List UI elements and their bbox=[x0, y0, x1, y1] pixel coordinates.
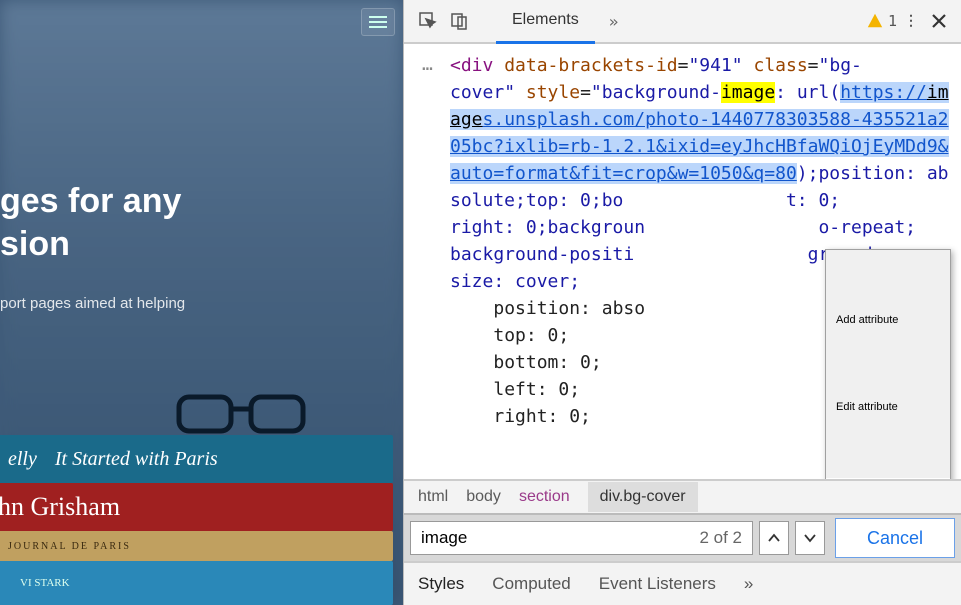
breadcrumb: html body section div.bg-cover bbox=[404, 479, 961, 513]
book-row: hn Grisham bbox=[0, 483, 393, 531]
tab-elements[interactable]: Elements bbox=[496, 0, 595, 44]
kebab-menu-icon[interactable]: ⋮ bbox=[897, 7, 925, 35]
search-next-button[interactable] bbox=[795, 521, 825, 555]
tab-event-listeners[interactable]: Event Listeners bbox=[599, 574, 716, 594]
search-bar: 2 of 2 Cancel bbox=[404, 513, 961, 561]
devtools-toolbar: Elements » 1 ⋮ bbox=[404, 0, 961, 44]
search-count: 2 of 2 bbox=[699, 528, 742, 548]
more-tabs-icon[interactable]: » bbox=[744, 574, 753, 594]
book-stack: ellyIt Started with Paris hn Grisham JOU… bbox=[0, 435, 403, 605]
search-input[interactable] bbox=[421, 528, 699, 548]
elements-gutter[interactable]: … bbox=[404, 44, 450, 75]
book-row: JOURNAL DE PARIS bbox=[0, 531, 393, 561]
glasses-icon bbox=[173, 385, 313, 449]
crumb-div-bg-cover[interactable]: div.bg-cover bbox=[588, 482, 698, 512]
page-preview: ges for anysion port pages aimed at help… bbox=[0, 0, 403, 605]
tab-styles[interactable]: Styles bbox=[418, 574, 464, 594]
styles-tabs: Styles Computed Event Listeners » bbox=[404, 561, 961, 605]
devtools-panel: Elements » 1 ⋮ … <div data-brackets-id="… bbox=[403, 0, 961, 605]
inspect-icon[interactable] bbox=[412, 5, 444, 37]
crumb-html[interactable]: html bbox=[418, 488, 448, 506]
close-icon[interactable] bbox=[925, 7, 953, 35]
hamburger-menu[interactable] bbox=[361, 8, 395, 36]
warning-icon bbox=[866, 12, 884, 30]
ctx-edit-as-html[interactable]: Edit as HTML bbox=[826, 478, 950, 479]
crumb-body[interactable]: body bbox=[466, 488, 501, 506]
warning-badge[interactable]: 1 bbox=[866, 12, 897, 30]
crumb-section[interactable]: section bbox=[519, 488, 570, 506]
search-prev-button[interactable] bbox=[759, 521, 789, 555]
ctx-edit-attribute[interactable]: Edit attribute bbox=[826, 391, 950, 424]
book-row: VI STARK bbox=[0, 561, 393, 605]
hero-text: ges for anysion port pages aimed at help… bbox=[0, 180, 185, 312]
tab-computed[interactable]: Computed bbox=[492, 574, 570, 594]
ctx-add-attribute[interactable]: Add attribute bbox=[826, 304, 950, 337]
elements-row: … <div data-brackets-id="941" class="bg-… bbox=[404, 44, 961, 479]
context-menu: Add attribute Edit attribute Edit as HTM… bbox=[825, 249, 951, 479]
search-box: 2 of 2 bbox=[410, 521, 753, 555]
device-toggle-icon[interactable] bbox=[444, 5, 476, 37]
more-tabs-icon[interactable]: » bbox=[609, 12, 619, 31]
cancel-button[interactable]: Cancel bbox=[835, 518, 955, 558]
elements-tree[interactable]: <div data-brackets-id="941" class="bg-co… bbox=[450, 44, 961, 479]
